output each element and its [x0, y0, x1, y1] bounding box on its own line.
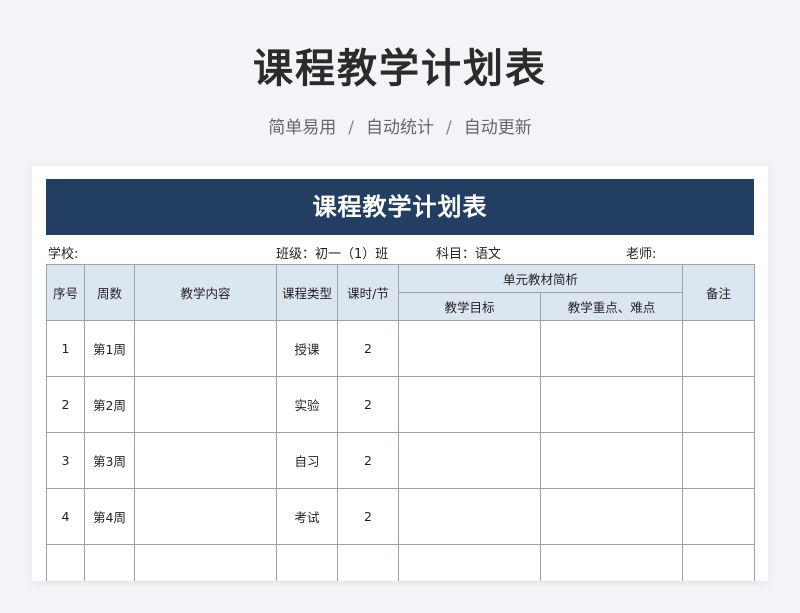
subtitle-item: 简单易用 — [268, 118, 336, 138]
cell-hours[interactable]: 2 — [338, 489, 399, 545]
cell-content[interactable] — [135, 321, 277, 377]
table-row: 2 第2周 实验 2 — [47, 377, 755, 433]
cell-week[interactable]: 第2周 — [85, 377, 135, 433]
cell-index[interactable]: 4 — [47, 489, 85, 545]
spreadsheet-preview-card: 课程教学计划表 学校: 班级：初一（1）班 科目：语文 老师: 序号 周数 教学… — [32, 166, 768, 581]
cell-goal[interactable] — [399, 489, 541, 545]
subject-label: 科目：语文 — [436, 243, 501, 262]
header-index: 序号 — [47, 265, 85, 321]
header-hours: 课时/节 — [338, 265, 399, 321]
cell-hours[interactable]: 2 — [338, 433, 399, 489]
cell-content[interactable] — [135, 489, 277, 545]
cell-key-points[interactable] — [541, 377, 683, 433]
table-header-row: 序号 周数 教学内容 课程类型 课时/节 单元教材简析 备注 — [47, 265, 755, 293]
cell-hours[interactable]: 2 — [338, 377, 399, 433]
cell-goal[interactable] — [399, 377, 541, 433]
cell-type[interactable]: 授课 — [277, 321, 338, 377]
header-content: 教学内容 — [135, 265, 277, 321]
cell-week[interactable]: 第1周 — [85, 321, 135, 377]
subtitle-separator: / — [348, 118, 354, 138]
subtitle-separator: / — [446, 118, 452, 138]
header-unit-group: 单元教材简析 — [399, 265, 683, 293]
cell-key-points[interactable] — [541, 321, 683, 377]
header-goal: 教学目标 — [399, 293, 541, 321]
cell-type[interactable] — [277, 545, 338, 582]
header-key-points: 教学重点、难点 — [541, 293, 683, 321]
teacher-label: 老师: — [626, 243, 656, 262]
cell-type[interactable]: 考试 — [277, 489, 338, 545]
table-row: 4 第4周 考试 2 — [47, 489, 755, 545]
cell-goal[interactable] — [399, 321, 541, 377]
cell-remarks[interactable] — [683, 545, 755, 582]
header-remarks: 备注 — [683, 265, 755, 321]
cell-key-points[interactable] — [541, 545, 683, 582]
class-label: 班级：初一（1）班 — [276, 243, 388, 262]
cell-remarks[interactable] — [683, 489, 755, 545]
subtitle-item: 自动统计 — [366, 118, 434, 138]
cell-hours[interactable] — [338, 545, 399, 582]
cell-key-points[interactable] — [541, 489, 683, 545]
table-row: 3 第3周 自习 2 — [47, 433, 755, 489]
cell-remarks[interactable] — [683, 433, 755, 489]
table-row — [47, 545, 755, 582]
teaching-plan-table: 序号 周数 教学内容 课程类型 课时/节 单元教材简析 备注 教学目标 教学重点… — [46, 264, 755, 581]
school-label: 学校: — [48, 243, 78, 262]
sheet-info-row: 学校: 班级：初一（1）班 科目：语文 老师: — [46, 238, 754, 264]
page-subtitle: 简单易用 / 自动统计 / 自动更新 — [0, 113, 800, 138]
cell-hours[interactable]: 2 — [338, 321, 399, 377]
cell-content[interactable] — [135, 433, 277, 489]
cell-type[interactable]: 实验 — [277, 377, 338, 433]
sheet-banner-title: 课程教学计划表 — [46, 179, 754, 235]
table-row: 1 第1周 授课 2 — [47, 321, 755, 377]
cell-remarks[interactable] — [683, 377, 755, 433]
cell-index[interactable]: 1 — [47, 321, 85, 377]
cell-index[interactable]: 3 — [47, 433, 85, 489]
cell-content[interactable] — [135, 545, 277, 582]
subtitle-item: 自动更新 — [464, 118, 532, 138]
cell-goal[interactable] — [399, 545, 541, 582]
cell-week[interactable]: 第3周 — [85, 433, 135, 489]
cell-week[interactable] — [85, 545, 135, 582]
cell-week[interactable]: 第4周 — [85, 489, 135, 545]
cell-content[interactable] — [135, 377, 277, 433]
header-week: 周数 — [85, 265, 135, 321]
cell-index[interactable]: 2 — [47, 377, 85, 433]
cell-key-points[interactable] — [541, 433, 683, 489]
cell-goal[interactable] — [399, 433, 541, 489]
cell-type[interactable]: 自习 — [277, 433, 338, 489]
header-type: 课程类型 — [277, 265, 338, 321]
page-title: 课程教学计划表 — [0, 36, 800, 94]
cell-remarks[interactable] — [683, 321, 755, 377]
cell-index[interactable] — [47, 545, 85, 582]
